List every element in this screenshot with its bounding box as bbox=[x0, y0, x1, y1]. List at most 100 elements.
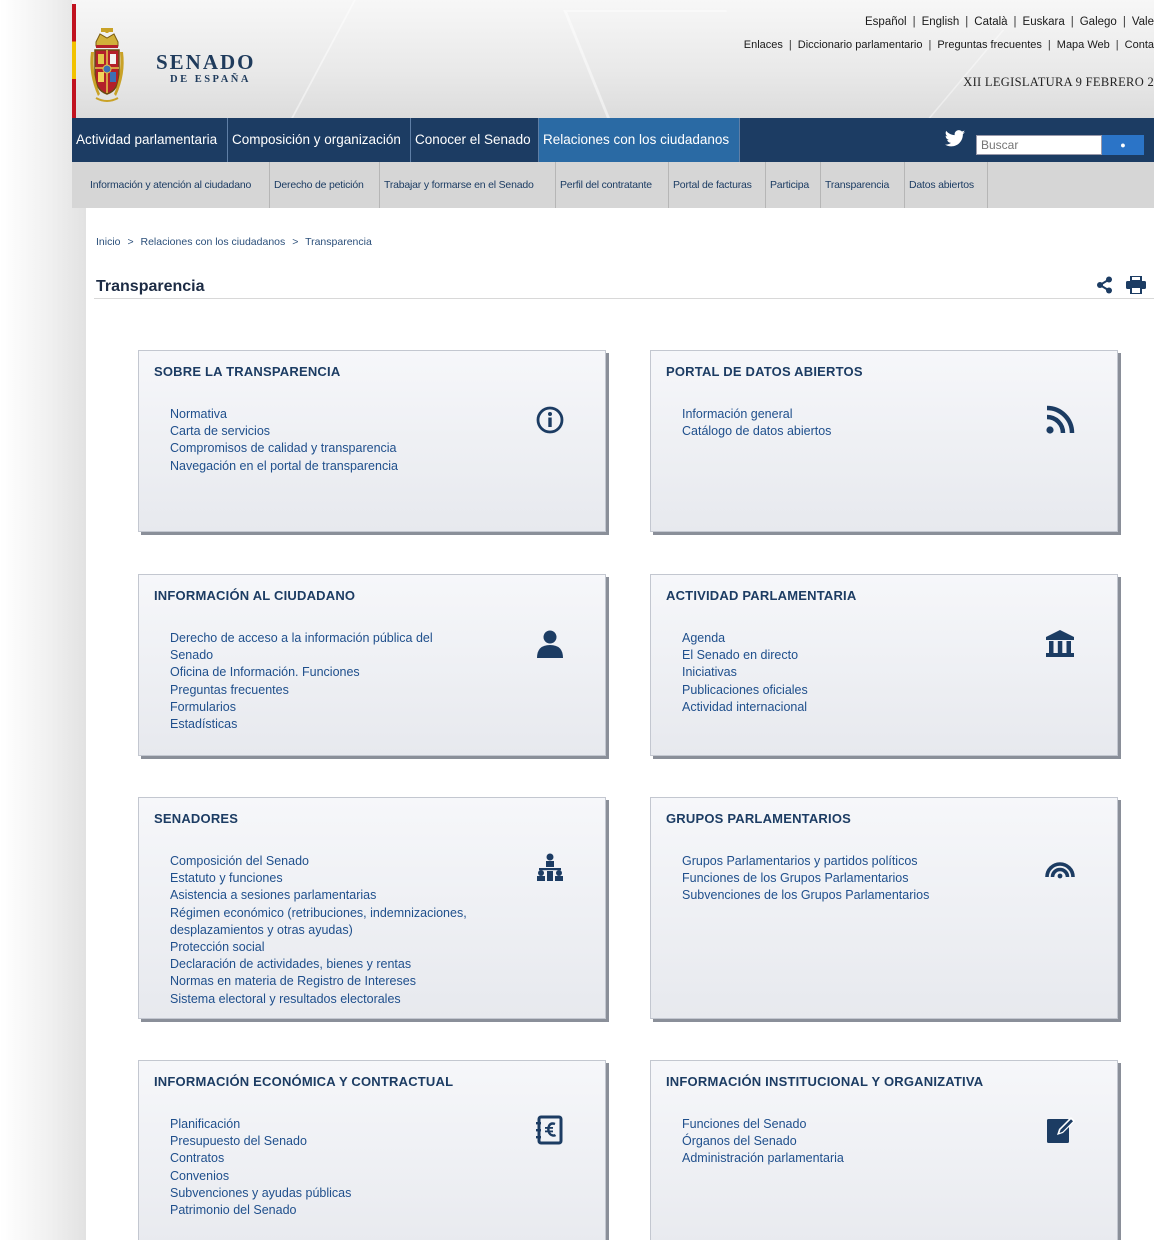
list-item: Compromisos de calidad y transparencia bbox=[170, 441, 397, 456]
nav-actividad-parlamentaria[interactable]: Actividad parlamentaria bbox=[72, 118, 228, 162]
card-link-list: Agenda El Senado en directo Iniciativas … bbox=[682, 630, 1012, 716]
card-title: SOBRE LA TRANSPARENCIA bbox=[154, 364, 341, 379]
card-link-list: Información general Catálogo de datos ab… bbox=[682, 406, 1012, 440]
edit-icon bbox=[1043, 1113, 1077, 1147]
card-informacion-economica: INFORMACIÓN ECONÓMICA Y CONTRACTUAL Plan… bbox=[138, 1060, 606, 1240]
subnav-portal-facturas[interactable]: Portal de facturas bbox=[669, 162, 766, 208]
coat-of-arms-icon[interactable] bbox=[88, 28, 126, 108]
list-item: Grupos Parlamentarios y partidos polític… bbox=[682, 854, 918, 868]
card-title: PORTAL DE DATOS ABIERTOS bbox=[666, 364, 863, 379]
card-informacion-institucional: INFORMACIÓN INSTITUCIONAL Y ORGANIZATIVA… bbox=[650, 1060, 1118, 1240]
share-icon[interactable] bbox=[1096, 276, 1114, 294]
nav-relaciones-ciudadanos[interactable]: Relaciones con los ciudadanos bbox=[539, 118, 740, 162]
list-item: Normas en materia de Registro de Interes… bbox=[170, 974, 416, 989]
list-item: Composición del Senado bbox=[170, 854, 309, 868]
link-contacto[interactable]: Conta bbox=[1125, 39, 1154, 51]
lang-link-galego[interactable]: Galego bbox=[1080, 16, 1117, 28]
flag-stripe bbox=[72, 4, 76, 118]
card-link-list: Funciones del Senado Órganos del Senado … bbox=[682, 1116, 1012, 1168]
list-item: Catálogo de datos abiertos bbox=[682, 424, 832, 439]
legislatura-date: XII LEGISLATURA 9 FEBRERO 2 bbox=[963, 75, 1154, 89]
main-nav: Actividad parlamentaria Composición y or… bbox=[72, 118, 1154, 162]
card-link-list: Grupos Parlamentarios y partidos polític… bbox=[682, 853, 1012, 905]
page-title: Transparencia bbox=[96, 278, 205, 295]
list-item: Planificación bbox=[170, 1117, 241, 1131]
list-item: Oficina de Información. Funciones bbox=[170, 665, 360, 680]
subnav-derecho-peticion[interactable]: Derecho de petición bbox=[270, 162, 380, 208]
lang-link-english[interactable]: English bbox=[922, 16, 960, 28]
link-mapa-web[interactable]: Mapa Web bbox=[1057, 39, 1110, 51]
subnav-participa[interactable]: Participa bbox=[766, 162, 821, 208]
lang-link-catala[interactable]: Català bbox=[974, 16, 1007, 28]
list-item: Navegación en el portal de transparencia bbox=[170, 458, 398, 473]
hierarchy-icon bbox=[533, 850, 567, 884]
list-item: Actividad internacional bbox=[682, 699, 808, 714]
list-item: Estatuto y funciones bbox=[170, 871, 283, 886]
list-item: Publicaciones oficiales bbox=[682, 682, 808, 697]
nav-composicion-organizacion[interactable]: Composición y organización bbox=[228, 118, 411, 162]
breadcrumb-current: Transparencia bbox=[305, 236, 372, 248]
link-preguntas-frecuentes[interactable]: Preguntas frecuentes bbox=[937, 39, 1042, 51]
list-item: Subvenciones de los Grupos Parlamentario… bbox=[682, 888, 930, 903]
list-item: Agenda bbox=[682, 631, 726, 645]
card-title: INFORMACIÓN ECONÓMICA Y CONTRACTUAL bbox=[154, 1074, 454, 1089]
search-dot-icon: ● bbox=[1120, 140, 1126, 150]
logo-title[interactable]: SENADO bbox=[156, 50, 256, 75]
breadcrumb-inicio[interactable]: Inicio bbox=[96, 236, 121, 248]
list-item: Régimen económico (retribuciones, indemn… bbox=[170, 905, 467, 937]
lang-link-euskara[interactable]: Euskara bbox=[1023, 16, 1065, 28]
lang-link-espanol[interactable]: Español bbox=[865, 16, 907, 28]
sub-nav: Información y atención al ciudadano Dere… bbox=[72, 162, 1154, 208]
logo-subtitle[interactable]: DE ESPAÑA bbox=[170, 74, 251, 85]
list-item: Estadísticas bbox=[170, 717, 238, 732]
list-item: Normativa bbox=[170, 407, 227, 421]
subnav-informacion-atencion[interactable]: Información y atención al ciudadano bbox=[86, 162, 270, 208]
list-item: Carta de servicios bbox=[170, 424, 271, 439]
card-title: ACTIVIDAD PARLAMENTARIA bbox=[666, 588, 857, 603]
list-item: Iniciativas bbox=[682, 665, 737, 680]
breadcrumb: Inicio > Relaciones con los ciudadanos >… bbox=[96, 236, 372, 248]
subnav-perfil-contratante[interactable]: Perfil del contratante bbox=[556, 162, 669, 208]
site: SENADO DE ESPAÑA Español | English | Català |… bbox=[72, 0, 1154, 1240]
list-item: Formularios bbox=[170, 699, 236, 714]
utility-links: Enlaces | Diccionario parlamentario | Pregun… bbox=[743, 39, 1154, 51]
list-item: Protección social bbox=[170, 940, 265, 955]
list-item: Presupuesto del Senado bbox=[170, 1134, 307, 1149]
list-item: Funciones del Senado bbox=[682, 1117, 807, 1131]
list-item: Declaración de actividades, bienes y ren… bbox=[170, 957, 412, 972]
list-item: Asistencia a sesiones parlamentarias bbox=[170, 888, 377, 903]
nav-conocer-senado[interactable]: Conocer el Senado bbox=[411, 118, 539, 162]
twitter-icon[interactable] bbox=[944, 129, 966, 149]
card-actividad-parlamentaria: ACTIVIDAD PARLAMENTARIA Agenda El Senado… bbox=[650, 574, 1118, 756]
card-sobre-transparencia: SOBRE LA TRANSPARENCIA Normativa Carta d… bbox=[138, 350, 606, 532]
list-item: Información general bbox=[682, 407, 793, 421]
euro-ledger-icon bbox=[533, 1113, 567, 1147]
info-icon bbox=[533, 403, 567, 437]
list-item: Patrimonio del Senado bbox=[170, 1203, 297, 1218]
card-senadores: SENADORES Composición del Senado Estatut… bbox=[138, 797, 606, 1019]
institution-icon bbox=[1043, 627, 1077, 661]
card-title: GRUPOS PARLAMENTARIOS bbox=[666, 811, 852, 826]
list-item: Órganos del Senado bbox=[682, 1134, 797, 1149]
subnav-datos-abiertos[interactable]: Datos abiertos bbox=[905, 162, 988, 208]
card-title: INFORMACIÓN INSTITUCIONAL Y ORGANIZATIVA bbox=[666, 1074, 984, 1089]
search-button[interactable]: ● bbox=[1102, 135, 1144, 155]
site-header: SENADO DE ESPAÑA Español | English | Català |… bbox=[72, 0, 1154, 118]
hemicycle-icon bbox=[1043, 850, 1077, 884]
card-link-list: Normativa Carta de servicios Compromisos… bbox=[170, 406, 500, 475]
subnav-trabajar-formarse[interactable]: Trabajar y formarse en el Senado bbox=[380, 162, 556, 208]
list-item: Administración parlamentaria bbox=[682, 1151, 844, 1166]
card-grupos-parlamentarios: GRUPOS PARLAMENTARIOS Grupos Parlamentar… bbox=[650, 797, 1118, 1019]
search-input[interactable] bbox=[976, 135, 1102, 155]
card-link-list: Planificación Presupuesto del Senado Con… bbox=[170, 1116, 500, 1219]
link-diccionario[interactable]: Diccionario parlamentario bbox=[798, 39, 923, 51]
list-item: Subvenciones y ayudas públicas bbox=[170, 1185, 352, 1200]
subnav-transparencia[interactable]: Transparencia bbox=[821, 162, 905, 208]
link-enlaces[interactable]: Enlaces bbox=[744, 39, 783, 51]
lang-link-valencia[interactable]: Vale bbox=[1132, 16, 1154, 28]
title-divider bbox=[94, 298, 1154, 299]
print-icon[interactable] bbox=[1126, 276, 1146, 294]
breadcrumb-relaciones[interactable]: Relaciones con los ciudadanos bbox=[141, 236, 286, 248]
list-item: Derecho de acceso a la información públi… bbox=[170, 631, 433, 663]
card-link-list: Derecho de acceso a la información públi… bbox=[170, 630, 475, 733]
